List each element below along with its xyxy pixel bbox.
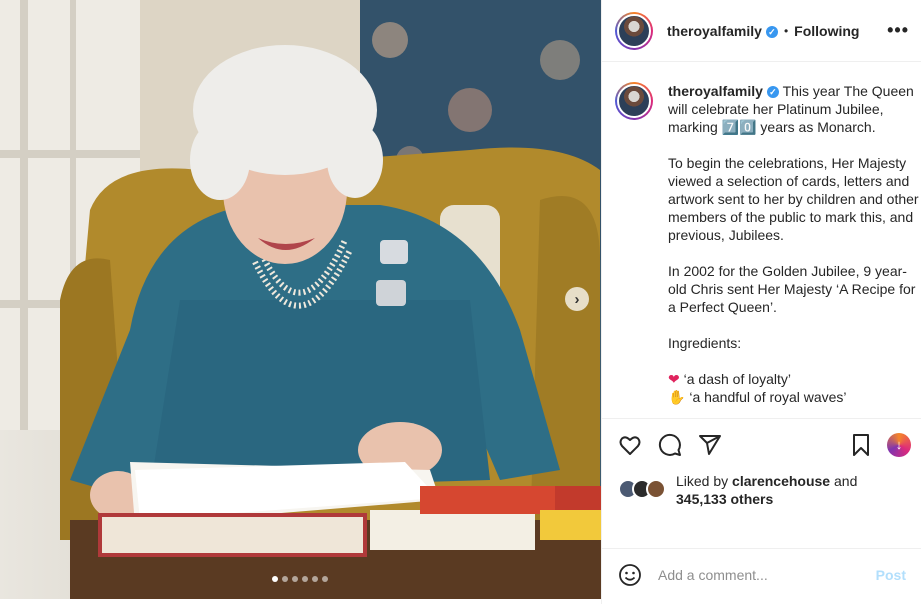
liker-username-link[interactable]: clarencehouse (732, 473, 830, 489)
avatar-image (617, 84, 651, 118)
caption-username-link[interactable]: theroyalfamily ✓ (668, 83, 779, 99)
like-heart-icon[interactable] (618, 433, 642, 457)
action-bar: ↓ (602, 418, 921, 470)
comment-bar: Post (602, 548, 921, 600)
post-side-panel: theroyalfamily ✓ • Following ••• theroyal… (601, 0, 921, 604)
comment-input[interactable] (658, 566, 873, 583)
likes-text: Liked by clarencehouse and 345,133 other… (676, 472, 857, 508)
username-link[interactable]: theroyalfamily ✓ (667, 23, 778, 39)
download-icon[interactable]: ↓ (887, 432, 911, 457)
carousel-dot (322, 576, 328, 582)
avatar-image (617, 13, 651, 48)
liker-avatar (646, 479, 666, 499)
caption-text: theroyalfamily ✓ This year The Queen will… (668, 82, 920, 418)
verified-badge-icon: ✓ (766, 86, 779, 98)
likes-count-link[interactable]: 345,133 others (676, 491, 773, 507)
separator-dot: • (783, 23, 789, 38)
likes-section: Liked by clarencehouse and 345,133 other… (602, 470, 921, 510)
more-options-icon[interactable]: ••• (887, 20, 909, 41)
post-header: theroyalfamily ✓ • Following ••• (602, 0, 921, 62)
photo-illustration (0, 0, 601, 599)
caption-avatar[interactable] (615, 82, 653, 120)
likes-middle: and (830, 473, 858, 489)
caption-username-text: theroyalfamily (668, 83, 763, 99)
heart-emoji-icon: ❤ (668, 371, 680, 387)
verified-badge-icon: ✓ (765, 25, 778, 38)
carousel-dot (282, 576, 288, 582)
post-comment-button[interactable]: Post (876, 567, 906, 583)
caption-body: This year The Queen will celebrate her P… (668, 83, 919, 351)
carousel-dot-active (272, 576, 278, 582)
caption-section: theroyalfamily ✓ This year The Queen will… (602, 62, 921, 418)
carousel-dot (302, 576, 308, 582)
carousel-dot (312, 576, 318, 582)
following-button[interactable]: Following (794, 23, 859, 39)
share-icon[interactable] (698, 433, 722, 457)
username-text: theroyalfamily (667, 22, 762, 39)
caption-ingredient-1: ‘a dash of loyalty’ (679, 371, 792, 387)
bookmark-icon[interactable] (849, 433, 873, 457)
carousel-dots (272, 576, 328, 582)
post-photo[interactable]: › (0, 0, 601, 599)
profile-avatar[interactable] (615, 11, 653, 50)
carousel-next-button[interactable]: › (565, 287, 589, 311)
emoji-picker-icon[interactable] (618, 563, 642, 587)
carousel-dot (292, 576, 298, 582)
liker-avatars[interactable] (618, 479, 670, 501)
comment-icon[interactable] (658, 433, 682, 457)
caption-ingredient-2: ‘a handful of royal waves’ (685, 389, 847, 405)
likes-prefix: Liked by (676, 473, 733, 489)
waving-hand-emoji-icon: ✋ (668, 389, 686, 405)
